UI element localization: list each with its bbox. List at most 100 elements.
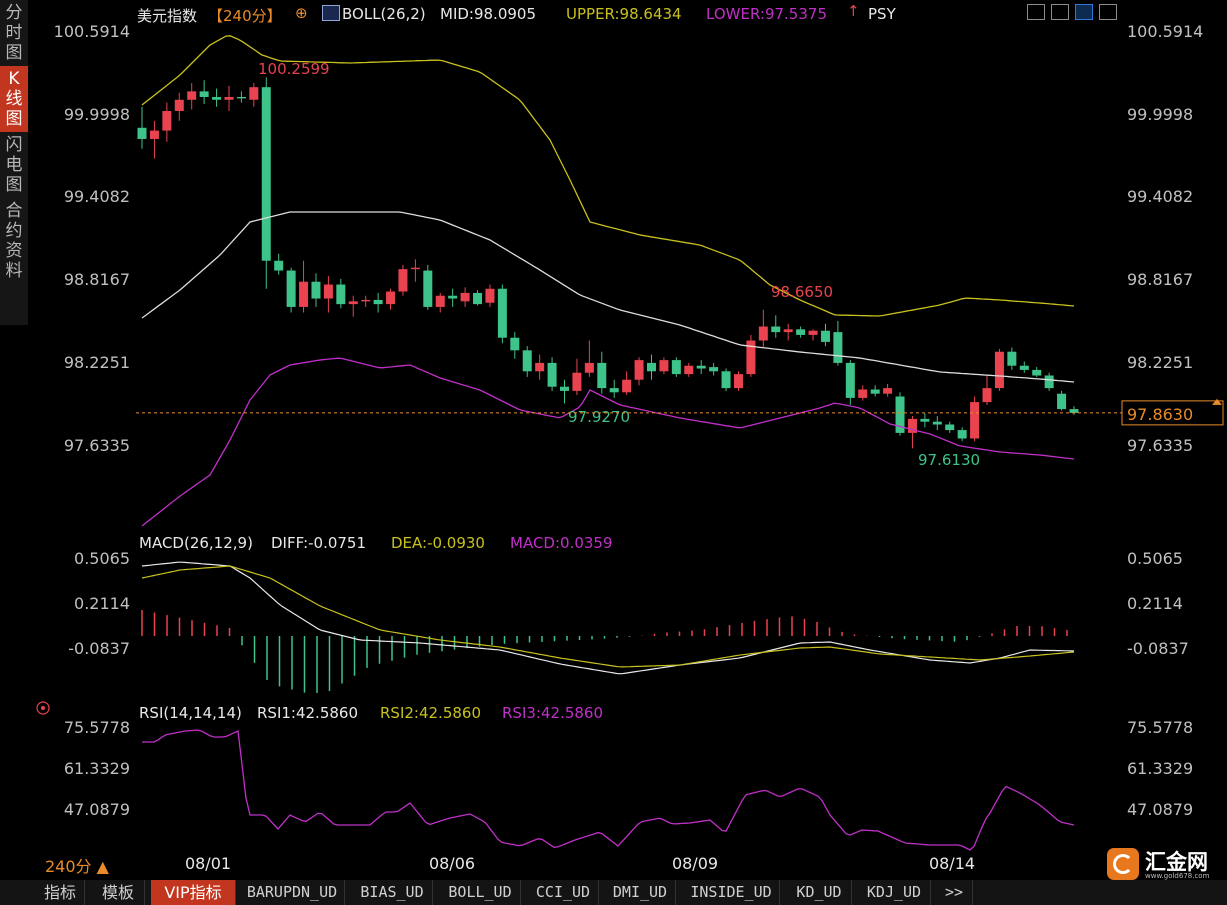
candle-body[interactable] (249, 87, 259, 100)
candle-body[interactable] (733, 374, 743, 389)
add-indicator-icon[interactable]: ⊕ (295, 4, 308, 22)
price-tick-right: 98.8167 (1127, 270, 1193, 289)
candle-body[interactable] (858, 389, 868, 398)
candle-body[interactable] (1057, 393, 1067, 410)
candle-body[interactable] (236, 96, 246, 99)
tab-vip-indicators[interactable]: VIP指标 (151, 880, 236, 905)
candle-body[interactable] (336, 284, 346, 305)
candle-body[interactable] (845, 362, 855, 398)
candle-body[interactable] (261, 87, 271, 261)
tab-kdj[interactable]: KDJ_UD (858, 880, 931, 905)
candle-body[interactable] (423, 270, 433, 307)
candle-body[interactable] (870, 389, 880, 394)
candle-body[interactable] (634, 360, 644, 380)
candle-body[interactable] (448, 295, 458, 299)
tab-dmi[interactable]: DMI_UD (605, 880, 676, 905)
candle-body[interactable] (473, 292, 483, 305)
psy-label[interactable]: PSY (868, 5, 896, 23)
expand-icon[interactable] (1099, 4, 1117, 20)
candle-body[interactable] (758, 326, 768, 341)
rsi-tick-left: 47.0879 (64, 800, 130, 819)
tab-templates[interactable]: 模板 (92, 880, 145, 905)
candle-body[interactable] (696, 365, 706, 369)
candle-body[interactable] (162, 110, 172, 131)
tab-boll[interactable]: BOLL_UD (440, 880, 521, 905)
candle-body[interactable] (1007, 351, 1017, 366)
candle-body[interactable] (833, 332, 843, 363)
candle-body[interactable] (721, 371, 731, 389)
candle-body[interactable] (957, 430, 967, 439)
candle-body[interactable] (299, 281, 309, 307)
tab-inside[interactable]: INSIDE_UD (683, 880, 780, 905)
candle-body[interactable] (535, 362, 545, 372)
price-tick-right: 98.2251 (1127, 353, 1193, 372)
candle-body[interactable] (783, 329, 793, 333)
period-tag[interactable]: 【240分】 (208, 5, 282, 26)
candle-body[interactable] (684, 365, 694, 375)
candle-body[interactable] (497, 288, 507, 338)
macd-tick-left: -0.0837 (68, 639, 130, 658)
candle-body[interactable] (1069, 409, 1079, 413)
candle-body[interactable] (547, 362, 557, 387)
candle-body[interactable] (659, 360, 669, 372)
candle-body[interactable] (1044, 375, 1054, 389)
layout-icon[interactable] (1051, 4, 1069, 20)
candle-body[interactable] (212, 96, 222, 100)
tab-cci[interactable]: CCI_UD (528, 880, 599, 905)
candle-body[interactable] (1032, 369, 1042, 376)
candle-body[interactable] (286, 270, 296, 307)
candle-body[interactable] (820, 330, 830, 342)
candle-body[interactable] (808, 330, 818, 335)
candle-body[interactable] (361, 299, 371, 302)
candle-body[interactable] (982, 388, 992, 403)
boll-icon (322, 5, 340, 21)
chart-area[interactable]: 100.5914 100.5914 99.9998 99.9998 99.4082 99.… (0, 0, 1227, 880)
candle-body[interactable] (883, 388, 893, 394)
tab-barupdn[interactable]: BARUPDN_UD (240, 880, 345, 905)
candle-body[interactable] (460, 292, 470, 302)
candle-body[interactable] (386, 291, 396, 305)
candle-body[interactable] (274, 260, 284, 271)
candle-body[interactable] (646, 362, 656, 372)
candle-body[interactable] (920, 418, 930, 422)
candle-body[interactable] (224, 96, 234, 100)
candle-body[interactable] (311, 281, 321, 299)
candle-body[interactable] (597, 362, 607, 389)
candle-body[interactable] (510, 337, 520, 351)
candle-body[interactable] (174, 99, 184, 111)
tab-kd[interactable]: KD_UD (787, 880, 852, 905)
candle-body[interactable] (584, 362, 594, 373)
candle-body[interactable] (373, 299, 383, 305)
candle-body[interactable] (709, 367, 719, 372)
candle-body[interactable] (671, 360, 681, 375)
tab-bias[interactable]: BIAS_UD (352, 880, 433, 905)
candle-body[interactable] (348, 301, 358, 305)
candle-body[interactable] (199, 91, 209, 97)
candle-body[interactable] (771, 326, 781, 333)
candle-body[interactable] (932, 421, 942, 425)
candle-body[interactable] (796, 329, 806, 335)
candle-body[interactable] (398, 269, 408, 292)
boll-label[interactable]: BOLL(26,2) (342, 5, 426, 23)
candle-body[interactable] (187, 91, 197, 100)
candle-body[interactable] (970, 402, 980, 439)
candle-body[interactable] (435, 295, 445, 307)
candle-body[interactable] (522, 350, 532, 372)
candle-body[interactable] (609, 388, 619, 393)
candle-body[interactable] (323, 284, 333, 299)
chart-mode-icon[interactable] (1075, 4, 1093, 20)
candle-body[interactable] (572, 372, 582, 391)
tab-indicators[interactable]: 指标 (36, 880, 85, 905)
crosshair-icon[interactable] (1027, 4, 1045, 20)
candle-body[interactable] (410, 267, 420, 270)
candle-body[interactable] (137, 127, 147, 139)
period-selector[interactable]: 240分 ▲ (45, 857, 110, 876)
candle-body[interactable] (485, 288, 495, 303)
candle-body[interactable] (945, 424, 955, 431)
candle-body[interactable] (622, 379, 632, 393)
tab-more[interactable]: >> (936, 880, 973, 905)
candle-body[interactable] (560, 386, 570, 391)
candle-body[interactable] (994, 351, 1004, 389)
candle-body[interactable] (1019, 365, 1029, 370)
candle-body[interactable] (149, 130, 159, 139)
